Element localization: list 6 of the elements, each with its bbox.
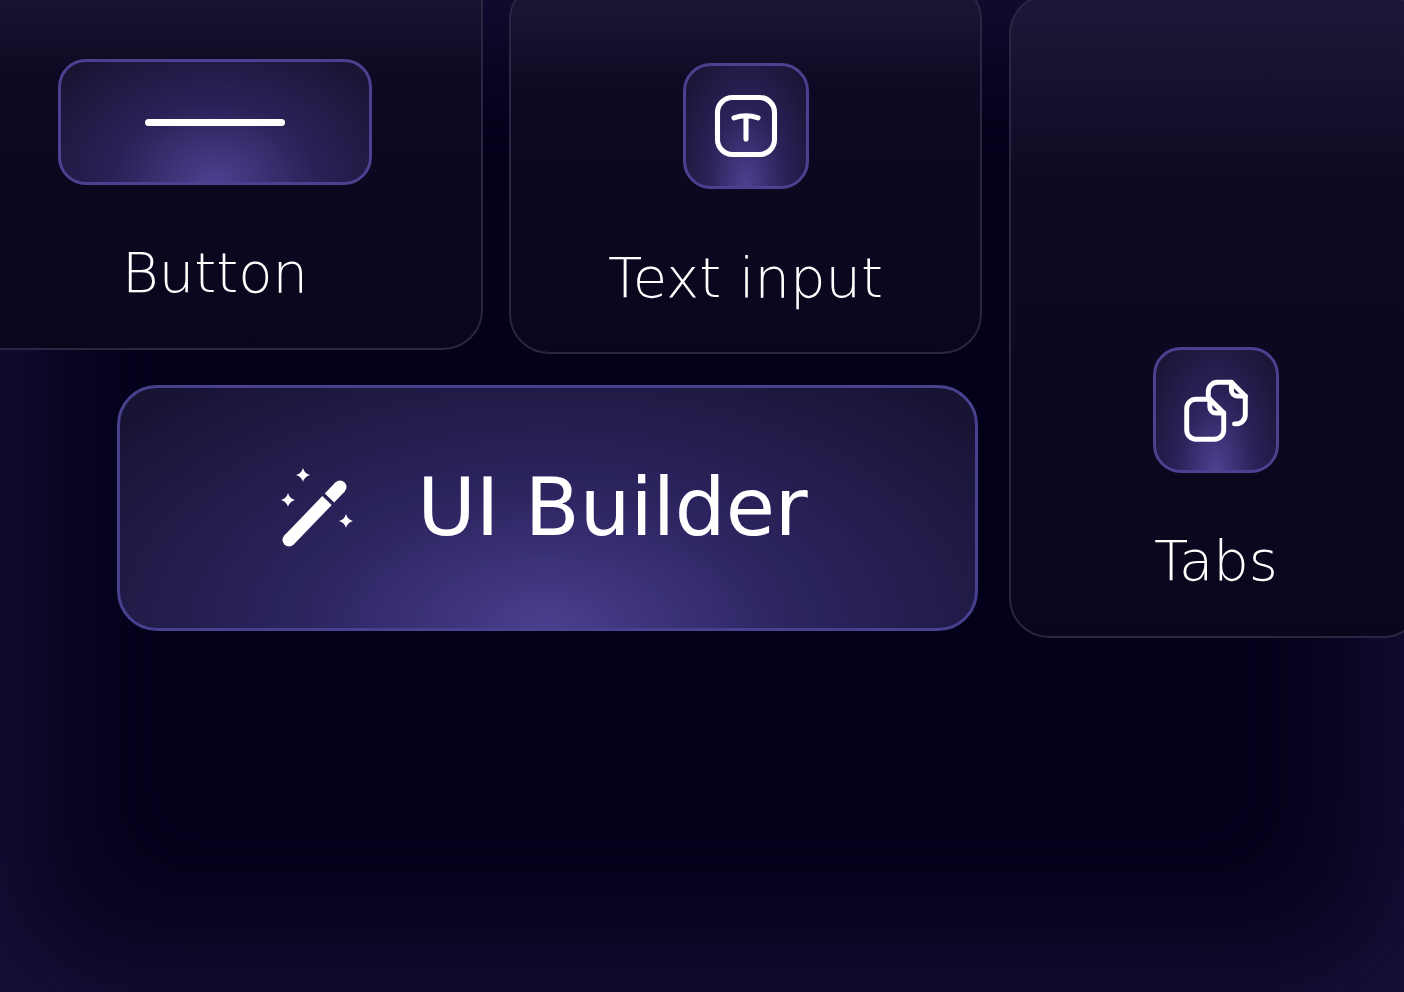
text-box-icon — [682, 63, 809, 189]
ui-builder-button[interactable]: UI Builder — [117, 385, 978, 631]
card-label: Tabs — [1154, 533, 1278, 589]
documents-icon — [1153, 347, 1279, 473]
card-label: Button — [122, 245, 308, 301]
button-icon — [58, 59, 372, 185]
